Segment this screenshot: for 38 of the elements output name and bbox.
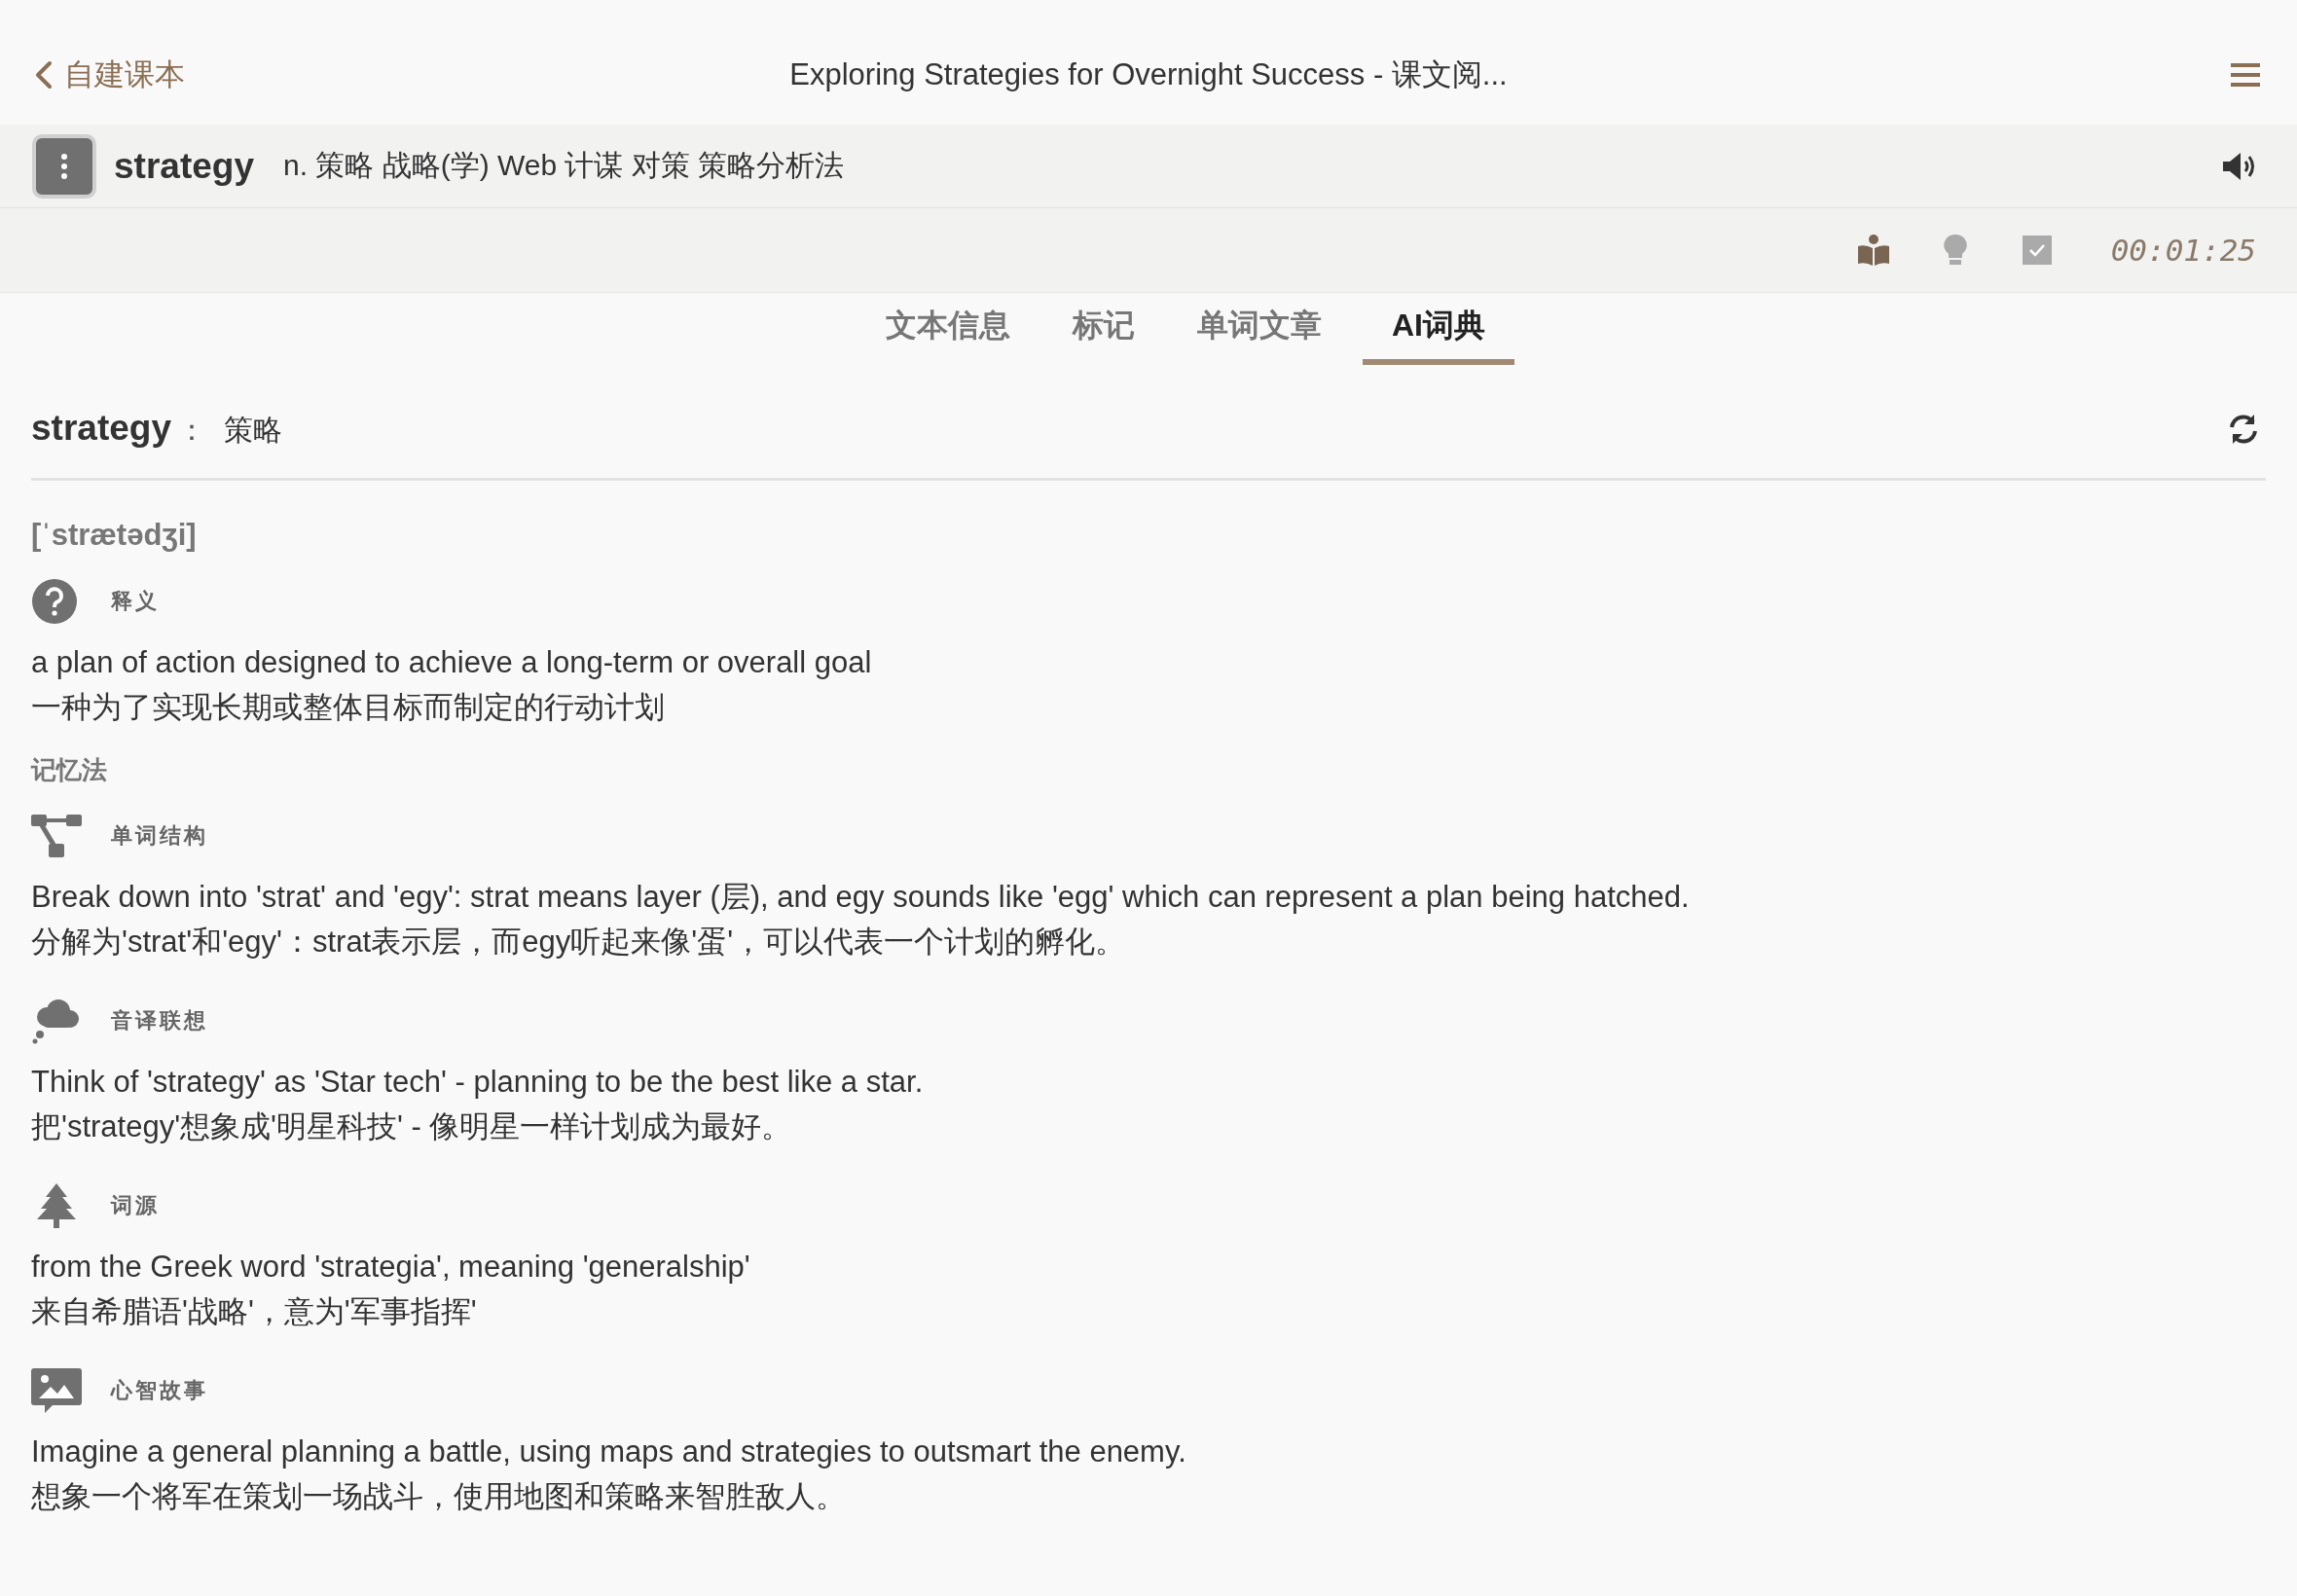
headword: strategy: [31, 408, 171, 449]
chinese-text: 把'strategy'想象成'明星科技' - 像明星一样计划成为最好。: [31, 1108, 793, 1145]
chinese-text: 想象一个将军在策划一场战斗，使用地图和策略来智胜敌人。: [31, 1478, 847, 1515]
separator: ：: [176, 413, 206, 448]
tab[interactable]: 文本信息: [864, 293, 1032, 365]
section-label: 释义: [111, 588, 160, 615]
reader-icon[interactable]: [1855, 233, 1891, 268]
tab[interactable]: AI词典: [1363, 293, 1514, 365]
section-label: 词源: [111, 1192, 160, 1219]
section-heading: 记忆法: [31, 754, 108, 786]
chinese-text: 来自希腊语'战略'，意为'军事指挥': [31, 1293, 478, 1330]
more-button[interactable]: [32, 133, 96, 199]
section-label: 单词结构: [111, 822, 208, 850]
word-title: strategy: [114, 145, 254, 187]
image-icon: [31, 1367, 82, 1414]
more-icon: [60, 152, 68, 180]
tab[interactable]: 标记: [1051, 293, 1156, 365]
english-text: a plan of action designed to achieve a long-term or overall goal: [31, 644, 873, 681]
chinese-text: 一种为了实现长期或整体目标而制定的行动计划: [31, 689, 666, 726]
word-definition: n. 策略 战略(学) Web 计谋 对策 策略分析法: [282, 148, 845, 183]
section-label: 心智故事: [111, 1377, 208, 1404]
tab[interactable]: 单词文章: [1176, 293, 1343, 365]
english-text: Think of 'strategy' as 'Star tech' - planning to be the best like a star.: [31, 1064, 925, 1101]
back-link[interactable]: 自建课本: [33, 54, 185, 95]
english-text: from the Greek word 'strategia', meaning 'generalship': [31, 1249, 751, 1286]
english-text: Imagine a general planning a battle, using maps and strategies to outsmart the enemy.: [31, 1433, 1187, 1470]
section-label: 音译联想: [111, 1007, 208, 1034]
chevron-left-icon: [33, 60, 55, 90]
refresh-icon[interactable]: [2227, 413, 2260, 446]
chinese-text: 分解为'strat'和'egy'：strat表示层，而egy听起来像'蛋'，可以代表一个计划的孵化。: [31, 924, 1127, 961]
timer: 00:01:25: [2110, 233, 2256, 268]
thought-bubble-icon: [31, 998, 82, 1044]
page-title: Exploring Strategies for Overnight Success - 课文阅...: [789, 57, 1508, 91]
structure-icon: [31, 813, 82, 859]
english-text: Break down into 'strat' and 'egy': strat means layer (层), and egy sounds like 'egg' which can represent a plan being hatched.: [31, 879, 1691, 916]
translation: 策略: [223, 413, 282, 448]
phonetic: [ˈstrætədʒi]: [31, 518, 198, 553]
menu-icon[interactable]: [2231, 62, 2260, 88]
